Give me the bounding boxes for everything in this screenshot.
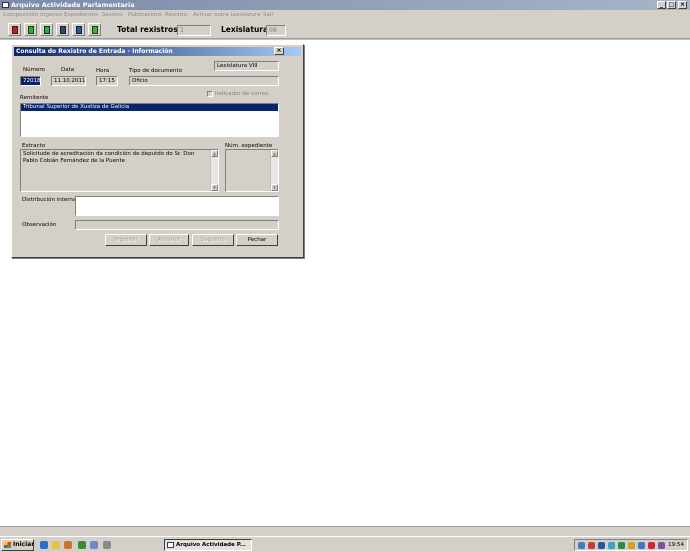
tray-icon[interactable] (658, 542, 665, 549)
minimize-button[interactable]: _ (657, 1, 666, 9)
total-rexistros-label: Total rexistros: (117, 25, 181, 34)
book-green-icon[interactable] (24, 23, 37, 36)
extracto-text: Solicitude de acreditación da condición … (23, 151, 195, 164)
scroll-down-icon[interactable]: ▼ (211, 184, 218, 191)
start-label: Iniciar (13, 541, 35, 548)
menu-bar: Composición órganos Expedientes Sesións … (0, 10, 690, 20)
tipo-documento-field[interactable]: Oficio (129, 76, 279, 86)
remitente-label: Remitente (20, 95, 49, 101)
lexislatura-value: 08 (266, 25, 286, 36)
numero-label: Número (23, 67, 45, 73)
clock: 19:54 (668, 542, 684, 548)
distribucion-interna-label: Distribución interna (22, 197, 77, 203)
menu-sair[interactable]: Saír (263, 10, 274, 20)
dialog-title: Consulta do Rexistro de Entrada - Inform… (16, 48, 173, 55)
system-tray: 19:54 (574, 539, 688, 551)
extracto-scrollbar[interactable]: ▲ ▼ (210, 150, 218, 191)
window-icon (167, 542, 174, 548)
menu-rexistro[interactable]: Rexistro (165, 10, 187, 20)
lexislatura-label: Lexislatura: (221, 25, 272, 34)
dialog-titlebar[interactable]: Consulta do Rexistro de Entrada - Inform… (14, 47, 301, 56)
hora-field[interactable]: 17:15 (96, 76, 118, 86)
status-bar (0, 526, 690, 536)
scroll-up-icon[interactable]: ▲ (271, 150, 278, 157)
indicador-correo-label: Indicador de correo (215, 91, 269, 97)
close-window-button[interactable]: × (678, 1, 687, 9)
tray-icon[interactable] (628, 542, 635, 549)
distribucion-interna-field[interactable] (75, 196, 279, 216)
ie-icon[interactable] (40, 541, 48, 549)
windows-logo-icon (4, 542, 11, 548)
remitente-list-item-selected[interactable]: Tribunal Superior de Xustiza de Galicia (21, 104, 278, 111)
anterior-button[interactable]: Anterior (149, 234, 189, 246)
remitente-list[interactable]: Tribunal Superior de Xustiza de Galicia (20, 103, 279, 137)
app-window-icon (2, 2, 9, 8)
book-blue-icon[interactable] (56, 23, 69, 36)
tray-icon[interactable] (648, 542, 655, 549)
tray-icon[interactable] (638, 542, 645, 549)
quicklaunch-icon[interactable] (78, 541, 86, 549)
observacion-label: Observación (22, 222, 57, 228)
num-expediente-scrollbar[interactable]: ▲ ▼ (270, 150, 278, 191)
maximize-button[interactable]: □ (667, 1, 676, 9)
pechar-button[interactable]: Pechar (236, 234, 278, 246)
indicador-correo-checkbox[interactable] (207, 91, 213, 97)
quicklaunch-icon[interactable] (103, 541, 111, 549)
tray-icon[interactable] (588, 542, 595, 549)
taskbar-item-arquivo[interactable]: Arquivo Actividade P... (164, 539, 252, 551)
observacion-field[interactable] (75, 220, 279, 230)
folder-icon[interactable] (52, 541, 60, 549)
menu-expedientes[interactable]: Expedientes (64, 10, 98, 20)
window-title: Arquivo Actividade Parlamentaria (11, 1, 135, 9)
book-red-icon[interactable] (8, 23, 21, 36)
book-blue-icon[interactable] (72, 23, 85, 36)
numero-field[interactable]: 72018 (20, 76, 41, 86)
menu-activar-lexislatura[interactable]: Activar outra Lexislatura (193, 10, 260, 20)
tray-icon[interactable] (598, 542, 605, 549)
total-rexistros-value: 1 (177, 25, 211, 36)
media-icon[interactable] (64, 541, 72, 549)
data-field[interactable]: 11.10.2011 (51, 76, 86, 86)
consulta-rexistro-dialog: Consulta do Rexistro de Entrada - Inform… (11, 44, 304, 258)
tray-icon[interactable] (578, 542, 585, 549)
seguinte-button[interactable]: Seguinte (192, 234, 234, 246)
imprimir-button[interactable]: Imprimir (105, 234, 147, 246)
num-expediente-list[interactable]: ▲ ▼ (225, 149, 279, 192)
start-button[interactable]: Iniciar (1, 539, 34, 551)
tray-icon[interactable] (608, 542, 615, 549)
hora-label: Hora (96, 68, 110, 74)
taskbar: Iniciar Arquivo Actividade P... 19:54 (0, 536, 690, 552)
scroll-up-icon[interactable]: ▲ (211, 150, 218, 157)
tray-icon[interactable] (618, 542, 625, 549)
extracto-textarea[interactable]: Solicitude de acreditación da condición … (20, 149, 219, 192)
book-green-icon[interactable] (88, 23, 101, 36)
menu-composicion-organos[interactable]: Composición órganos (3, 10, 62, 20)
scroll-down-icon[interactable]: ▼ (271, 184, 278, 191)
toolbar: Total rexistros: 1 Lexislatura: 08 (0, 20, 690, 39)
tipo-documento-label: Tipo de documento (129, 68, 183, 74)
lexislatura-field: Lexislatura VIII (214, 61, 279, 71)
data-label: Data (61, 67, 75, 73)
quicklaunch-icon[interactable] (90, 541, 98, 549)
menu-sesions[interactable]: Sesións (102, 10, 123, 20)
window-titlebar[interactable]: Arquivo Actividade Parlamentaria _ □ × (0, 0, 690, 10)
dialog-close-button[interactable]: × (274, 47, 284, 55)
book-green-icon[interactable] (40, 23, 53, 36)
menu-publicacions[interactable]: Publicacións (128, 10, 162, 20)
